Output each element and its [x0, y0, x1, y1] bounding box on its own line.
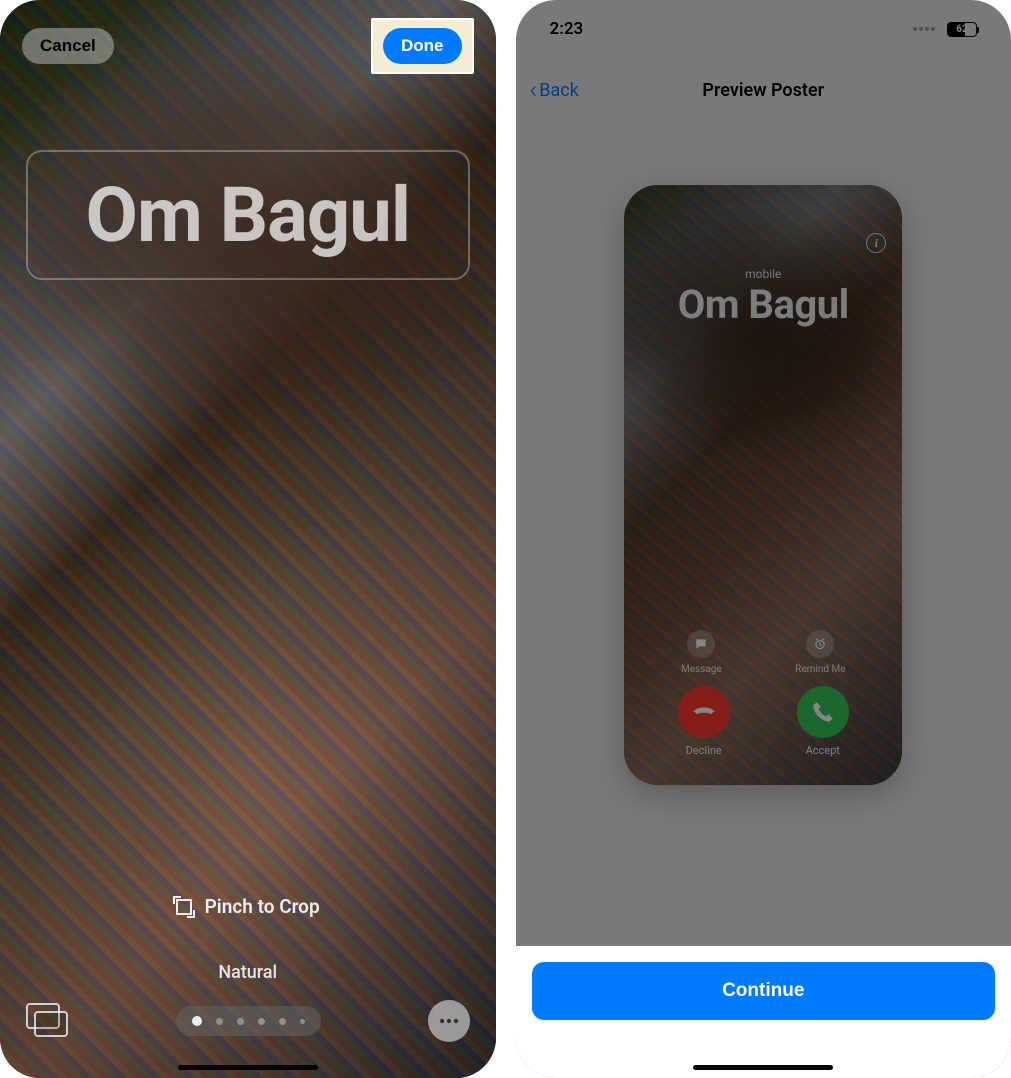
decline-button[interactable]: Decline [678, 686, 730, 757]
editor-top-bar: Cancel Done [0, 18, 496, 74]
call-line-type: mobile [624, 267, 902, 281]
alarm-icon [806, 630, 834, 658]
remind-me-button[interactable]: Remind Me [795, 630, 845, 675]
poster-call-actions: Decline Accept [624, 686, 902, 757]
phone-icon [797, 686, 849, 738]
poster-quick-actions: Message Remind Me [624, 630, 902, 675]
pinch-label: Pinch to Crop [205, 895, 320, 918]
preview-screen: 2:23 62 ‹ Back Preview Poster i mobile O… [516, 0, 1011, 1078]
pinch-to-crop-hint: Pinch to Crop [0, 895, 496, 918]
info-icon[interactable]: i [866, 233, 886, 253]
contact-name-text: Om Bagul [86, 170, 410, 260]
home-indicator[interactable] [178, 1065, 318, 1070]
continue-bar: Continue [516, 946, 1011, 1078]
editor-bottom-toolbar [0, 1000, 496, 1042]
status-time: 2:23 [550, 19, 584, 39]
filter-pager[interactable] [176, 1006, 321, 1036]
contact-name-field[interactable]: Om Bagul [26, 150, 470, 280]
done-highlight-box: Done [371, 18, 474, 74]
decline-label: Decline [686, 744, 722, 757]
back-button[interactable]: ‹ Back [530, 80, 579, 101]
accept-label: Accept [806, 744, 840, 757]
chevron-left-icon: ‹ [530, 81, 538, 99]
photos-picker-button[interactable] [26, 1003, 70, 1039]
poster-preview-card: i mobile Om Bagul Message Remind Me [624, 185, 902, 785]
more-options-button[interactable] [428, 1000, 470, 1042]
phone-down-icon [678, 686, 730, 738]
cellular-dots-icon [913, 27, 935, 31]
done-button[interactable]: Done [383, 28, 462, 64]
status-bar: 2:23 62 [516, 14, 1011, 44]
nav-bar: ‹ Back Preview Poster [516, 68, 1011, 112]
remind-label: Remind Me [795, 664, 845, 675]
message-label: Message [681, 664, 722, 675]
crop-icon [176, 899, 192, 915]
poster-contact-name: Om Bagul [624, 281, 902, 328]
cancel-button[interactable]: Cancel [22, 28, 114, 64]
home-indicator[interactable] [693, 1065, 833, 1070]
continue-button[interactable]: Continue [532, 962, 996, 1020]
back-label: Back [539, 80, 579, 101]
battery-icon: 62 [947, 22, 977, 37]
filter-name-label: Natural [0, 962, 496, 983]
message-icon [687, 630, 715, 658]
editor-screen: Cancel Done Om Bagul Pinch to Crop Natur… [0, 0, 496, 1078]
page-title: Preview Poster [702, 80, 824, 101]
battery-percentage: 62 [948, 23, 976, 36]
message-button[interactable]: Message [681, 630, 722, 675]
accept-button[interactable]: Accept [797, 686, 849, 757]
